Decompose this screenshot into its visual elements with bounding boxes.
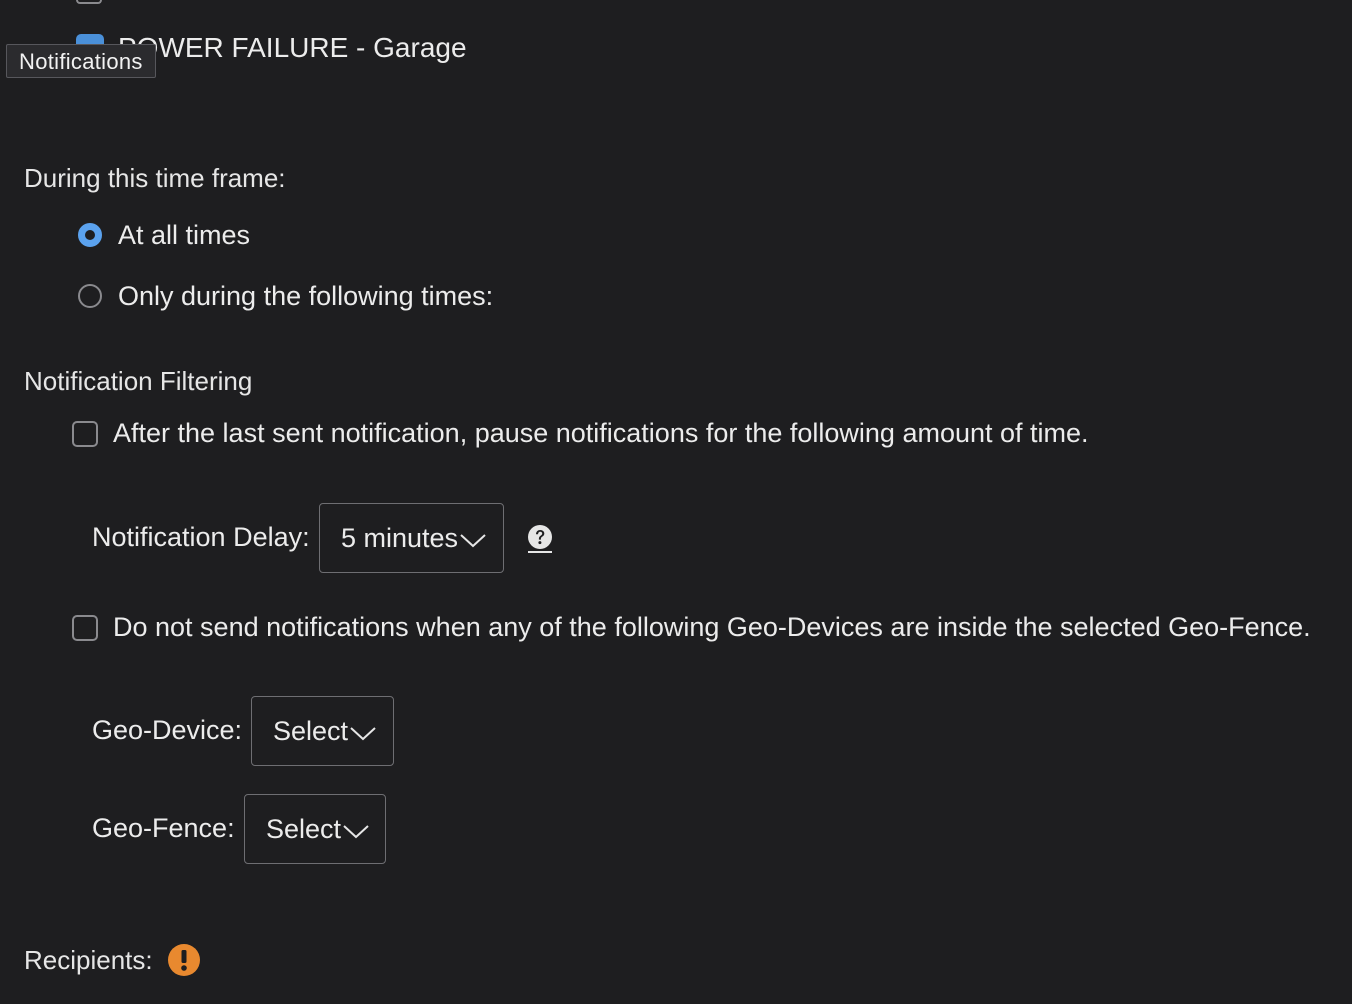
help-icon[interactable] (527, 524, 553, 554)
notification-settings-page: POWER FAILURE - Garage Notifications Dur… (0, 0, 1352, 1004)
radio-label-at-all-times: At all times (118, 220, 251, 250)
chevron-down-icon (343, 825, 369, 839)
geo-device-label: Geo-Device: (92, 715, 243, 745)
time-frame-title: During this time frame: (24, 163, 286, 193)
tooltip: Notifications (6, 44, 156, 78)
previous-item-checkbox[interactable] (76, 0, 102, 4)
radio-at-all-times[interactable] (78, 223, 102, 247)
radio-selected-dot (85, 230, 95, 240)
geo-fence-select[interactable]: Select (244, 794, 386, 864)
power-failure-label: POWER FAILURE - Garage (118, 32, 467, 63)
chevron-down-icon (460, 534, 486, 548)
pause-notifications-label: After the last sent notification, pause … (113, 418, 1089, 448)
notification-delay-value: 5 minutes (341, 522, 459, 553)
geo-fence-label: Geo-Fence: (92, 813, 235, 843)
chevron-down-icon (350, 727, 376, 741)
filtering-title: Notification Filtering (24, 366, 253, 396)
recipients-title: Recipients: (24, 945, 153, 975)
pause-notifications-checkbox[interactable] (72, 421, 98, 447)
geo-filter-label: Do not send notifications when any of th… (113, 612, 1311, 642)
geo-device-select[interactable]: Select (251, 696, 394, 766)
radio-specific-times[interactable] (78, 284, 102, 308)
notification-delay-select[interactable]: 5 minutes (319, 503, 504, 573)
geo-device-value: Select (273, 715, 349, 746)
notification-delay-label: Notification Delay: (92, 522, 310, 552)
geo-fence-value: Select (266, 813, 342, 844)
alert-icon (168, 944, 200, 976)
radio-label-specific-times: Only during the following times: (118, 281, 494, 311)
geo-filter-checkbox[interactable] (72, 615, 98, 641)
